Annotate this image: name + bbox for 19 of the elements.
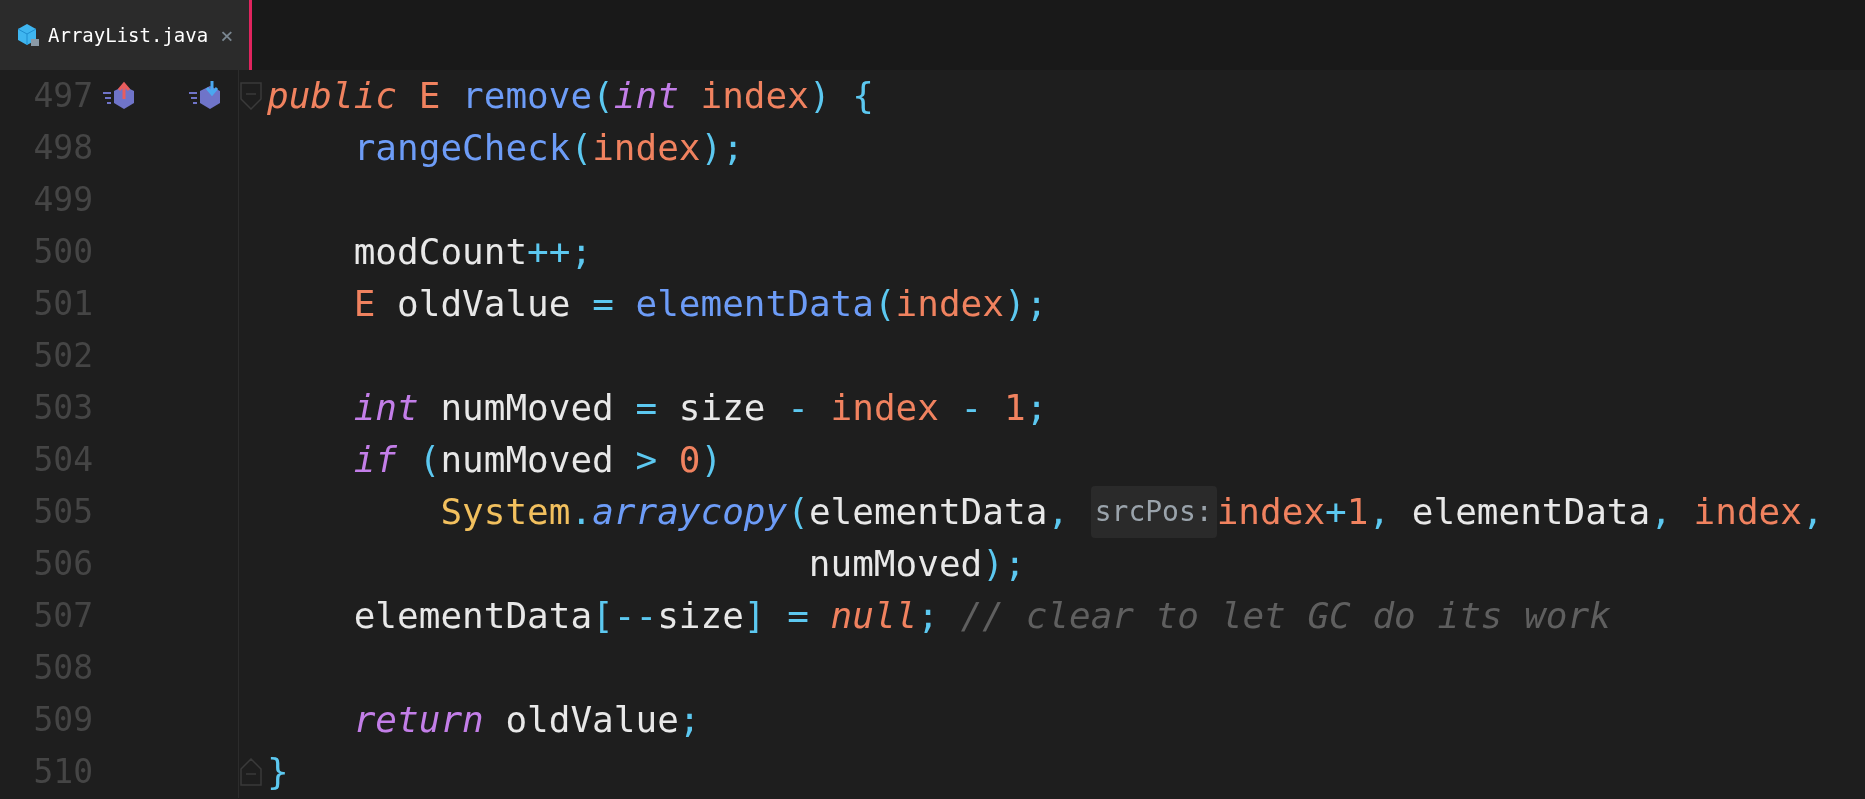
implements-marker-icon[interactable]	[103, 81, 137, 111]
close-icon[interactable]: ×	[220, 18, 234, 52]
code-line: System.arraycopy(elementData, srcPos:index+1, elementData, index,	[267, 486, 1824, 538]
fold-marker-icon[interactable]	[240, 82, 262, 110]
code-line: return oldValue;	[352, 698, 701, 742]
editor-tab[interactable]: ArrayList.java ×	[0, 0, 253, 70]
code-line: modCount++;	[352, 230, 593, 274]
code-line: if (numMoved > 0)	[352, 438, 723, 482]
code-line: elementData[--size] = null; // clear to let GC do its work	[352, 594, 1611, 638]
code-line: }	[267, 750, 289, 794]
code-line: E oldValue = elementData(index);	[352, 282, 1048, 326]
code-line: int numMoved = size - index - 1;	[352, 386, 1048, 430]
code-line: numMoved);	[807, 542, 1026, 586]
parameter-hint: srcPos:	[1090, 486, 1217, 538]
tab-label: ArrayList.java	[48, 22, 209, 48]
fold-marker-icon[interactable]	[240, 758, 262, 786]
code-line: rangeCheck(index);	[352, 126, 744, 170]
code-line: public E remove(int index) {	[267, 74, 874, 118]
overrides-marker-icon[interactable]	[189, 81, 223, 111]
